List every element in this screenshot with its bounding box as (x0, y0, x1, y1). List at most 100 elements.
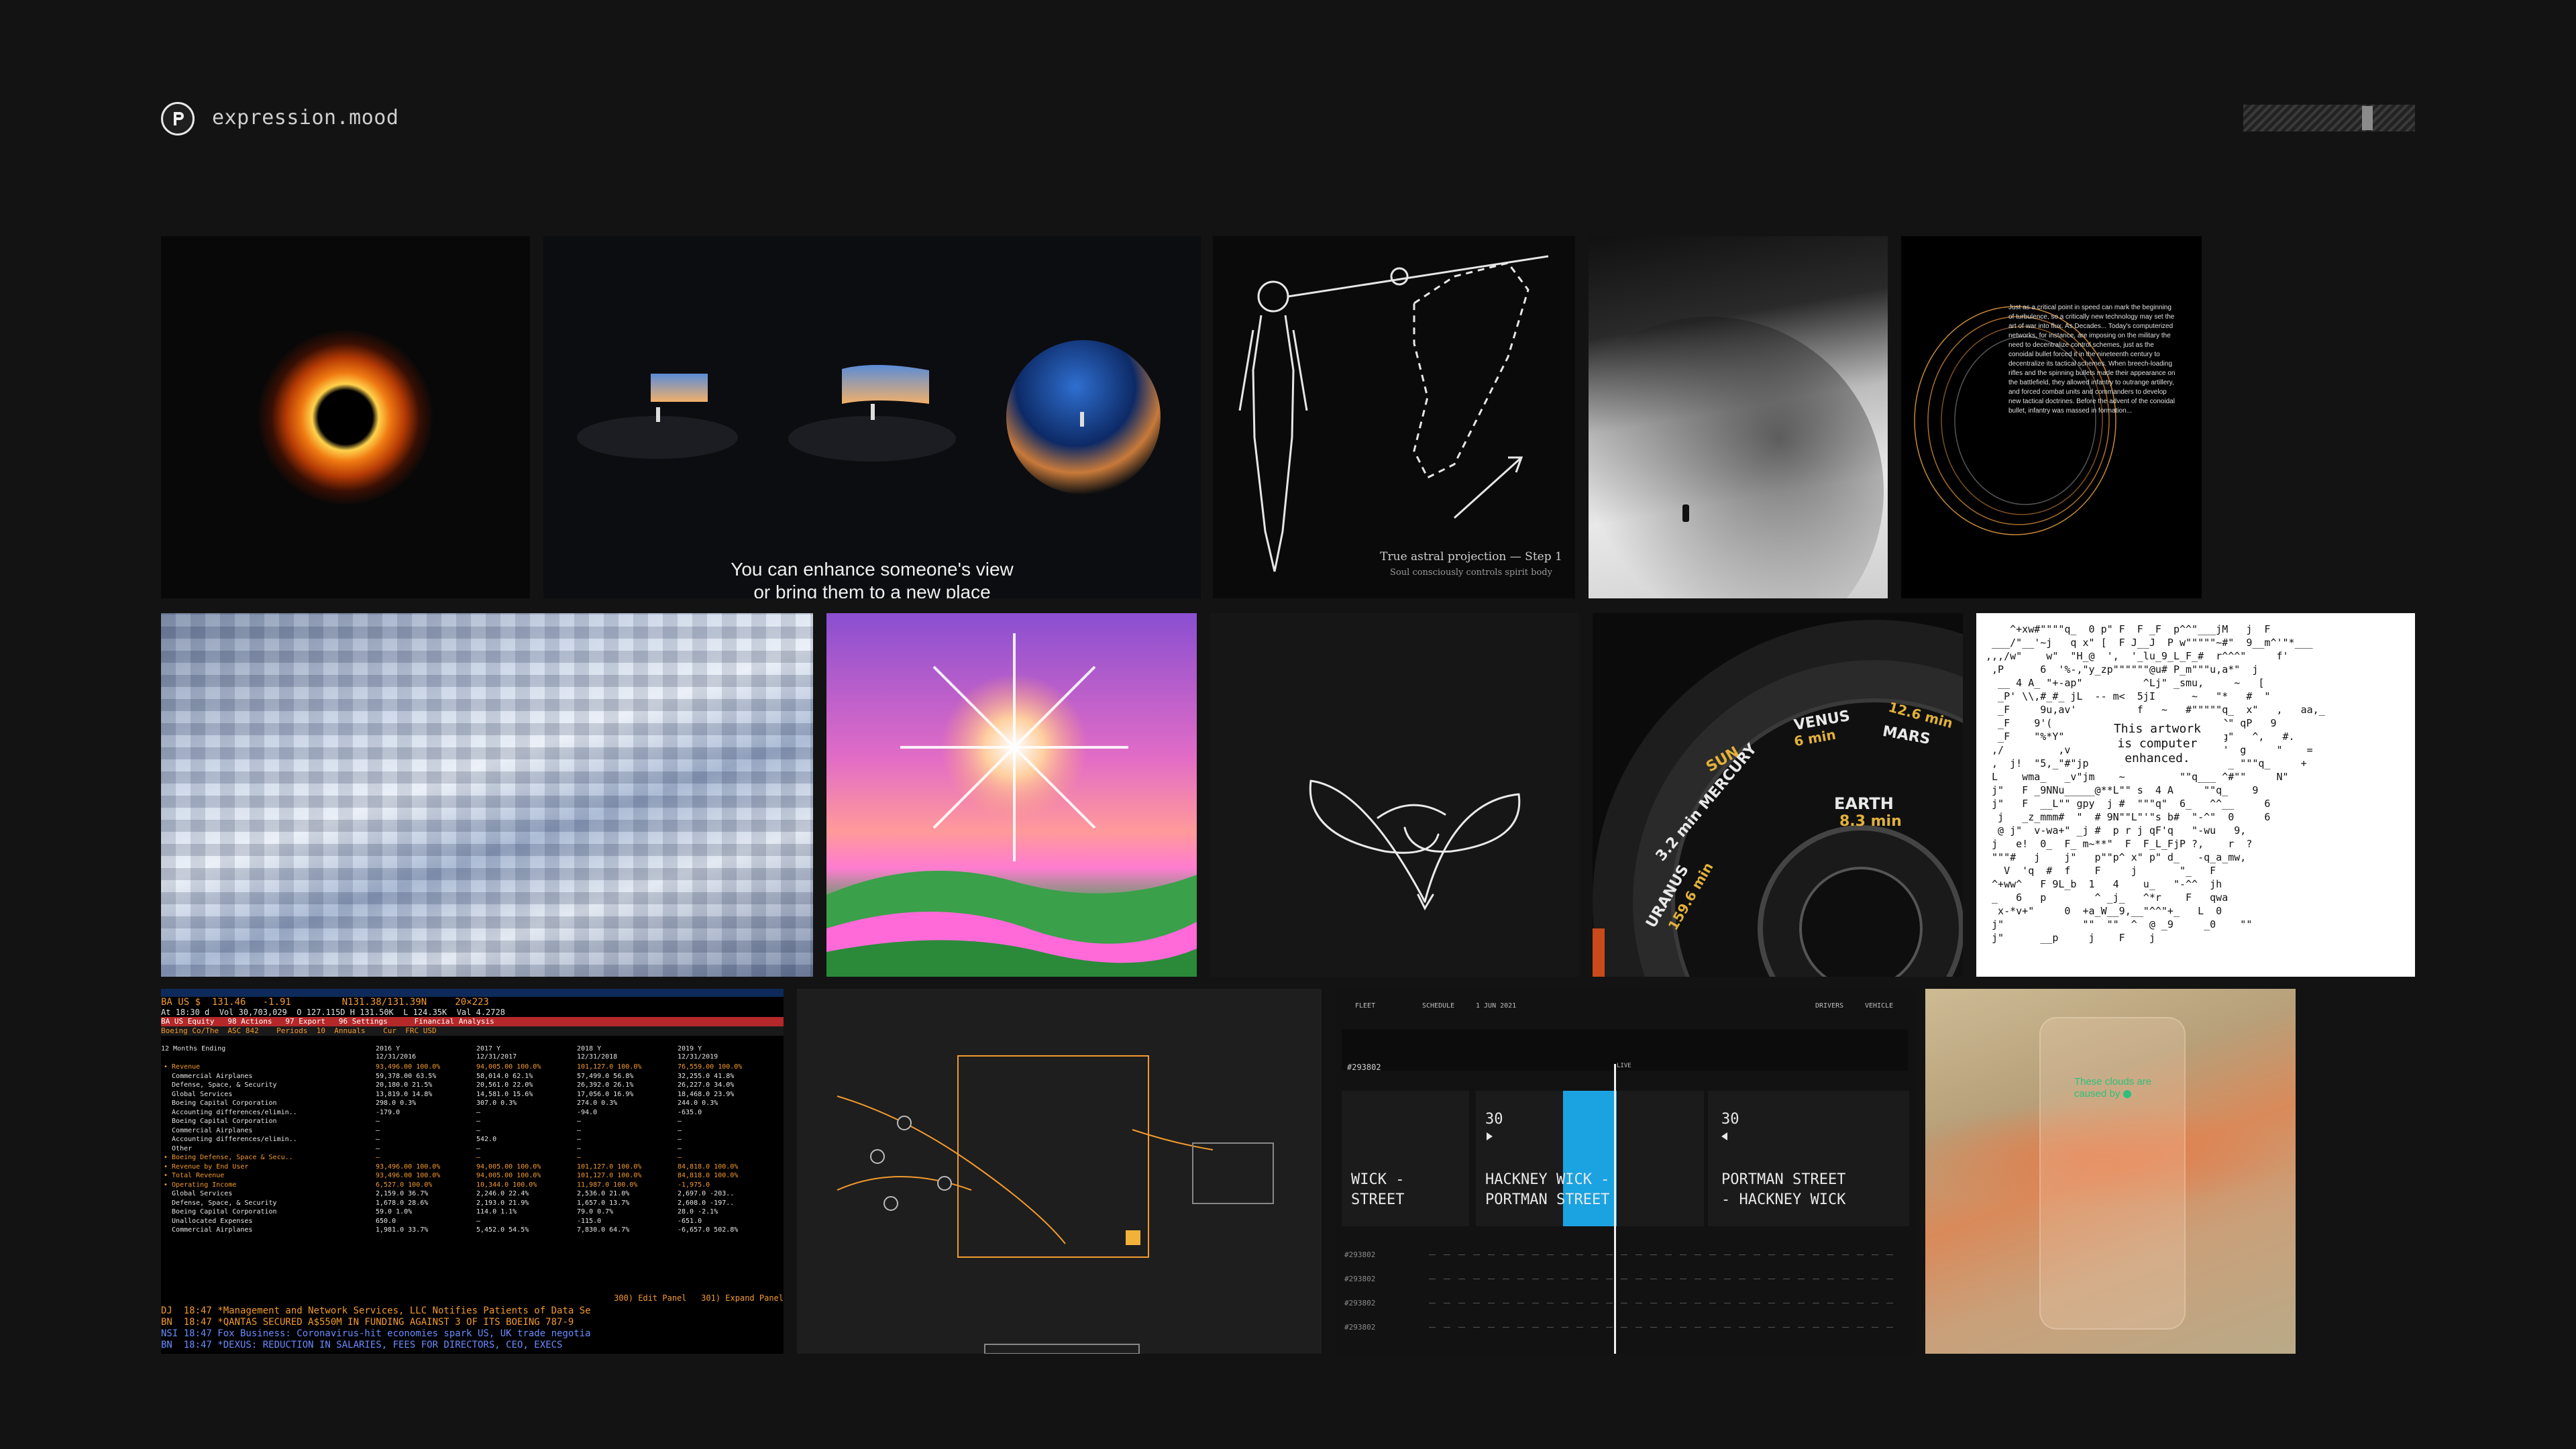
vr-caption: You can enhance someone's view or bring … (543, 558, 1201, 598)
col-date-2016: 12/31/2016 (376, 1053, 417, 1061)
watch-label-earth-time: 8.3 min (1839, 813, 1902, 830)
horizontal-scroll-track[interactable] (2243, 105, 2415, 131)
bloomberg-table: • Revenue 93,496.00 100.0% 94,005.00 100.0… (161, 1063, 784, 1235)
bloomberg-row-value: 76,559.00 100.0% (678, 1063, 743, 1071)
transit-card-2[interactable]: 30 HACKNEY WICK - PORTMAN STREET (1476, 1091, 1704, 1226)
tile-black-hole[interactable] (161, 236, 530, 598)
transit-nav-drivers[interactable]: DRIVERS (1815, 1002, 1843, 1010)
bloomberg-table-row[interactable]: Commercial Airplanes 59,378.00 63.5% 58,01… (161, 1072, 784, 1081)
bloomberg-table-row[interactable]: Commercial Airplanes 1,981.0 33.7% 5,452.0… (161, 1226, 784, 1235)
site-logo[interactable] (161, 102, 195, 136)
transit-card-1[interactable]: WICK - STREET (1342, 1091, 1469, 1226)
bloomberg-row-value: 11,987.0 100.0% (577, 1181, 638, 1189)
bloomberg-table-row[interactable]: • Revenue by End User 93,496.00 100.0% 94,… (161, 1163, 784, 1172)
tile-node-editor[interactable] (797, 989, 1322, 1354)
transit-nav-schedule[interactable]: SCHEDULE (1422, 1002, 1454, 1010)
bloomberg-table-row[interactable]: Other — — — — (161, 1144, 784, 1154)
bloomberg-table-row[interactable]: Boeing Capital Corporation 59.0 1.0% 114.0… (161, 1208, 784, 1217)
bloomberg-row-value: 2,246.0 22.4% (476, 1190, 529, 1197)
bloomberg-row-label: Commercial Airplanes (164, 1126, 253, 1134)
bloomberg-news-item[interactable]: NSI 18:47 Fox Business: Coronavirus-hit … (161, 1328, 784, 1340)
transit-row-track-1 (1429, 1254, 1898, 1255)
tile-bloomberg-terminal[interactable]: BA US $ 131.46 -1.91 N131.38/131.39N 20×… (161, 989, 784, 1354)
bloomberg-row-value: — (376, 1126, 380, 1134)
bloomberg-row-value: 26,227.0 34.0% (678, 1081, 735, 1089)
ascii-message: This artwork is computer enhanced. (2090, 718, 2224, 770)
bloomberg-row-value: 5,452.0 54.5% (476, 1226, 529, 1234)
bloomberg-row-label: • Revenue (164, 1063, 201, 1071)
bloomberg-row-value: — (577, 1144, 582, 1152)
bloomberg-news-item[interactable]: BN 18:47 *QANTAS SECURED A$550M IN FUNDI… (161, 1317, 784, 1328)
tile-clouds-phone[interactable]: These clouds are caused by (1925, 989, 2296, 1354)
transit-nav-fleet[interactable]: FLEET (1355, 1002, 1375, 1010)
bloomberg-table-row[interactable]: Accounting differences/elimin.. -179.0 — -9… (161, 1108, 784, 1118)
bloomberg-news-item[interactable]: DJ 18:47 *Management and Network Service… (161, 1305, 784, 1317)
transit-row-track-4 (1429, 1327, 1898, 1328)
tile-pixel-painting[interactable] (161, 613, 813, 977)
text-art-body: Just as a critical point in speed can ma… (2008, 304, 2176, 415)
bloomberg-table-row[interactable]: • Operating Income 6,527.0 100.0% 10,344.0… (161, 1181, 784, 1190)
bloomberg-table-row[interactable]: Global Services 13,819.0 14.8% 14,581.0 15… (161, 1090, 784, 1099)
bloomberg-row-label: Commercial Airplanes (164, 1226, 253, 1234)
tile-line-drawing[interactable] (1210, 613, 1579, 977)
bloomberg-row-value: 101,127.0 100.0% (577, 1163, 642, 1171)
bloomberg-table-row[interactable]: • Revenue 93,496.00 100.0% 94,005.00 100.0… (161, 1063, 784, 1072)
transit-nav-vehicle[interactable]: VEHICLE (1865, 1002, 1893, 1010)
bloomberg-table-row[interactable]: Commercial Airplanes — — — — (161, 1126, 784, 1136)
bloomberg-table-row[interactable]: Accounting differences/elimin.. — 542.0 — — (161, 1135, 784, 1144)
bloomberg-row-value: 93,496.00 100.0% (376, 1163, 441, 1171)
transit-card-3-line-2: - HACKNEY WICK (1721, 1191, 1846, 1208)
bloomberg-row-label: Boeing Capital Corporation (164, 1118, 277, 1125)
bloomberg-row-value: — (678, 1118, 682, 1125)
bloomberg-table-row[interactable]: • Total Revenue 93,496.00 100.0% 94,005.00… (161, 1171, 784, 1181)
clouds-dot-icon[interactable] (2123, 1090, 2131, 1099)
bloomberg-row-label: Other (164, 1144, 193, 1152)
tile-astral-projection[interactable]: True astral projection — Step 1 Soul con… (1213, 236, 1575, 598)
transit-time-cursor[interactable] (1614, 1064, 1616, 1354)
dune-shadow (1589, 317, 1884, 598)
bloomberg-row-value: 101,127.0 100.0% (577, 1172, 642, 1179)
transit-card-3[interactable]: 30 PORTMAN STREET - HACKNEY WICK (1708, 1091, 1909, 1226)
col-header-2016: 2016 Y (376, 1045, 400, 1053)
bloomberg-row-value: — (678, 1136, 682, 1143)
col-header-2019: 2019 Y (678, 1045, 702, 1053)
transit-card-1-line-2: STREET (1351, 1191, 1405, 1208)
bloomberg-row-label: Accounting differences/elimin.. (164, 1136, 297, 1143)
horizontal-scroll-handle[interactable] (2362, 106, 2373, 130)
bloomberg-row-value: 542.0 (476, 1136, 497, 1143)
tile-desert-dune[interactable] (1589, 236, 1888, 598)
bloomberg-row-value: 59.0 1.0% (376, 1208, 413, 1216)
phone-frame[interactable]: These clouds are caused by (2039, 1017, 2186, 1330)
transit-nav-date[interactable]: 1 JUN 2021 (1476, 1002, 1516, 1010)
bloomberg-row-value: — (476, 1108, 481, 1116)
bloomberg-menu[interactable]: BA US Equity 98 Actions 97 Export 96 Set… (161, 1017, 784, 1026)
bloomberg-row-label: Commercial Airplanes (164, 1072, 253, 1080)
bloomberg-row-value: — (476, 1126, 481, 1134)
bloomberg-row-value: -651.0 (678, 1217, 702, 1225)
tile-ascii-art[interactable]: ^+xw#""""q_ 0 p" F F _F p^^"___jM j F __… (1976, 613, 2415, 977)
tile-sunburst[interactable] (826, 613, 1197, 977)
tile-vr-scenes[interactable]: You can enhance someone's view or bring … (543, 236, 1201, 598)
bloomberg-table-row[interactable]: Global Services 2,159.0 36.7% 2,246.0 22.4… (161, 1189, 784, 1199)
bloomberg-row-value: 26,392.0 26.1% (577, 1081, 634, 1089)
bloomberg-table-row[interactable]: Boeing Capital Corporation — — — — (161, 1117, 784, 1126)
reverse-icon[interactable] (1721, 1132, 1727, 1140)
tile-text-art[interactable]: Just as a critical point in speed can ma… (1901, 236, 2202, 598)
bloomberg-row-value: 1,657.0 13.7% (577, 1199, 630, 1207)
bloomberg-top-bar (161, 989, 784, 997)
bloomberg-row-value: 20,561.0 22.0% (476, 1081, 533, 1089)
bloomberg-news-item[interactable]: BN 18:47 *DEXUS: REDUCTION IN SALARIES, … (161, 1340, 784, 1351)
astral-caption-sub: Soul consciously controls spirit body (1390, 568, 1552, 578)
tile-watch[interactable]: VENUS 6 min MARS 12.6 min SUN 3.2 min ME… (1593, 613, 1963, 977)
bloomberg-table-row[interactable]: Defense, Space, & Security 20,180.0 21.5%… (161, 1081, 784, 1090)
play-icon[interactable] (1487, 1132, 1493, 1140)
site-title[interactable]: expression.mood (212, 106, 398, 129)
bloomberg-table-row[interactable]: Boeing Capital Corporation 298.0 0.3% 307.… (161, 1099, 784, 1108)
bloomberg-table-row[interactable]: Defense, Space, & Security 1,678.0 28.6% 2… (161, 1199, 784, 1208)
bloomberg-table-row[interactable]: • Boeing Defense, Space & Secu.. — — — — (161, 1153, 784, 1163)
bloomberg-row-value: 58,014.0 62.1% (476, 1072, 533, 1080)
tile-transit-schedule[interactable]: FLEET SCHEDULE 1 JUN 2021 DRIVERS VEHICL… (1335, 989, 1915, 1354)
bloomberg-table-row[interactable]: Unallocated Expenses 650.0 — -115.0 -651.0 (161, 1217, 784, 1226)
bloomberg-row-label: • Total Revenue (164, 1172, 225, 1179)
bloomberg-panel-actions[interactable]: 300) Edit Panel 301) Expand Panel (161, 1293, 784, 1303)
